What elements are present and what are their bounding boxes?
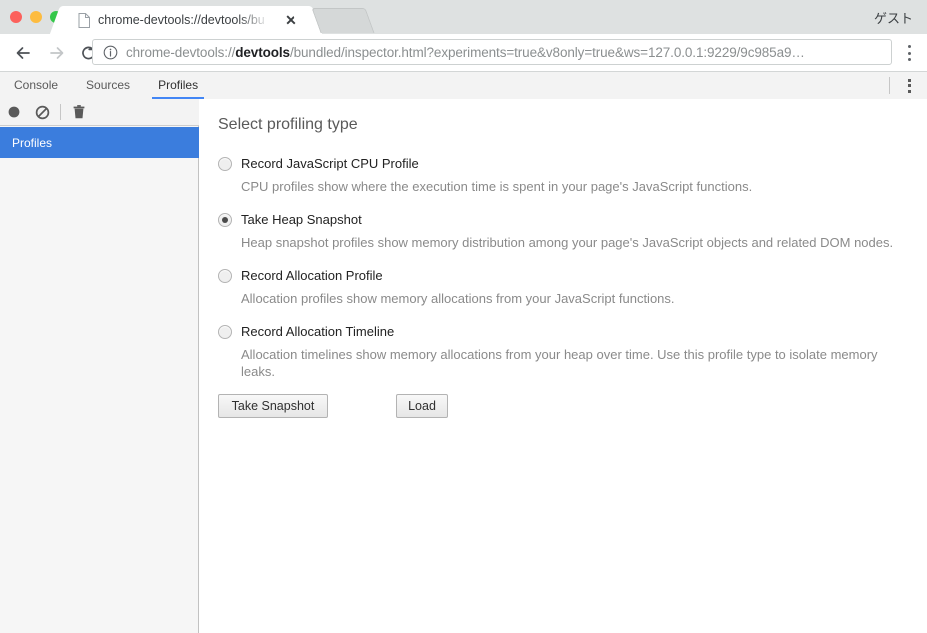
profile-type-list: Record JavaScript CPU Profile CPU profil… [218, 155, 918, 420]
devtools-toolbar: Console Sources Profiles [0, 72, 927, 100]
profile-type-cpu-label: Record JavaScript CPU Profile [241, 156, 419, 171]
address-bar[interactable]: chrome-devtools://devtools/bundled/inspe… [92, 39, 892, 65]
page-title: Select profiling type [218, 116, 358, 133]
browser-window: chrome-devtools://devtools/bu ✕ ゲスト chro… [0, 0, 927, 633]
profiles-sidebar: Profiles [0, 99, 199, 633]
profiles-sidebar-list: Profiles [0, 127, 199, 158]
radio-heap-snapshot[interactable] [218, 213, 232, 227]
profile-type-heap: Take Heap Snapshot Heap snapshot profile… [218, 211, 918, 251]
profile-label[interactable]: ゲスト [874, 8, 913, 27]
profiles-main-panel: Select profiling type Record JavaScript … [200, 99, 927, 633]
profile-type-allocation-profile-row[interactable]: Record Allocation Profile [218, 267, 918, 287]
minimize-window-button[interactable] [30, 11, 42, 23]
profile-type-heap-row[interactable]: Take Heap Snapshot [218, 211, 918, 231]
delete-button[interactable] [65, 99, 93, 125]
action-buttons: Take Snapshot Load [218, 394, 918, 420]
browser-tab-active[interactable]: chrome-devtools://devtools/bu ✕ [66, 6, 306, 34]
tab-title: chrome-devtools://devtools/bu [98, 13, 265, 27]
url-suffix: /bundled/inspector.html?experiments=true… [289, 44, 805, 60]
sidebar-toolbar-divider [60, 104, 61, 120]
profile-type-allocation-timeline: Record Allocation Timeline Allocation ti… [218, 323, 918, 380]
radio-cpu-profile[interactable] [218, 157, 232, 171]
radio-allocation-timeline[interactable] [218, 325, 232, 339]
profile-type-allocation-profile: Record Allocation Profile Allocation pro… [218, 267, 918, 307]
profile-type-heap-label: Take Heap Snapshot [241, 212, 362, 227]
forward-icon [46, 42, 68, 64]
clear-button[interactable] [28, 99, 56, 125]
profile-type-allocation-timeline-row[interactable]: Record Allocation Timeline [218, 323, 918, 343]
profiles-sidebar-toolbar [0, 99, 199, 126]
sidebar-item-profiles[interactable]: Profiles [0, 127, 199, 158]
radio-allocation-profile[interactable] [218, 269, 232, 283]
devtools-kebab-icon[interactable] [902, 78, 916, 94]
sidebar-item-label: Profiles [12, 135, 53, 150]
toolbar-divider [889, 77, 890, 94]
url-prefix: chrome-devtools:// [126, 44, 236, 60]
profile-type-allocation-profile-description: Allocation profiles show memory allocati… [241, 291, 675, 306]
document-icon [78, 12, 90, 28]
devtools-body: Profiles Select profiling type Record Ja… [0, 99, 927, 633]
load-button[interactable]: Load [396, 394, 448, 418]
close-window-button[interactable] [10, 11, 22, 23]
info-icon[interactable] [103, 45, 118, 60]
profile-type-cpu-description: CPU profiles show where the execution ti… [241, 179, 753, 194]
profile-type-allocation-timeline-description: Allocation timelines show memory allocat… [241, 347, 878, 379]
devtools-toolbar-right [889, 72, 919, 99]
devtools-tabs: Console Sources Profiles [0, 72, 212, 99]
tab-profiles[interactable]: Profiles [144, 72, 212, 99]
profile-type-heap-description: Heap snapshot profiles show memory distr… [241, 235, 894, 250]
tab-console[interactable]: Console [0, 72, 72, 99]
profile-type-allocation-timeline-label: Record Allocation Timeline [241, 324, 395, 339]
url-host: devtools [235, 44, 290, 60]
new-tab-button[interactable] [311, 8, 375, 33]
tab-sources[interactable]: Sources [72, 72, 144, 99]
back-icon[interactable] [12, 42, 34, 64]
profile-type-allocation-profile-label: Record Allocation Profile [241, 268, 383, 283]
profile-type-cpu-row[interactable]: Record JavaScript CPU Profile [218, 155, 918, 175]
chrome-menu-icon[interactable] [901, 44, 917, 62]
take-snapshot-button[interactable]: Take Snapshot [218, 394, 328, 418]
tab-strip: chrome-devtools://devtools/bu ✕ ゲスト [0, 0, 927, 34]
profile-type-cpu: Record JavaScript CPU Profile CPU profil… [218, 155, 918, 195]
record-button[interactable] [0, 99, 28, 125]
navigation-bar: chrome-devtools://devtools/bundled/inspe… [0, 34, 927, 72]
url-text: chrome-devtools://devtools/bundled/inspe… [126, 45, 805, 60]
